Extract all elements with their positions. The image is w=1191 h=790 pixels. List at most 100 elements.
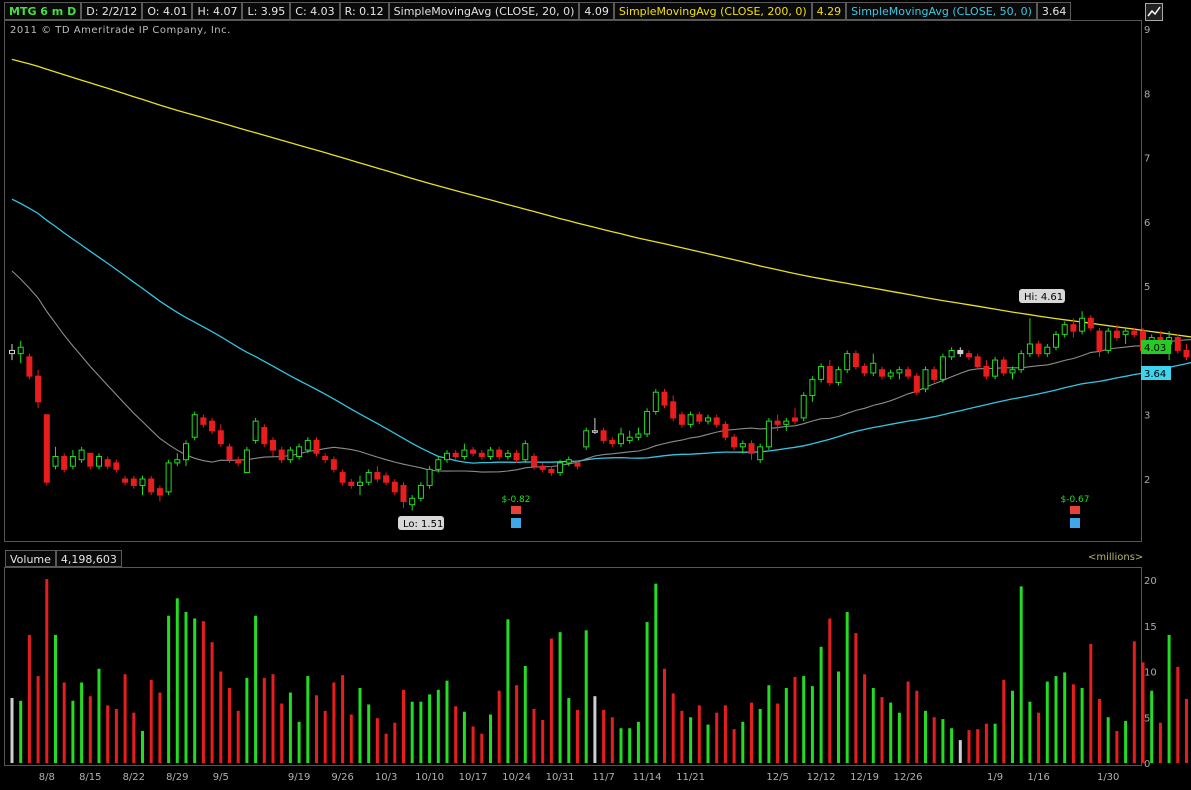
candle-body bbox=[417, 484, 424, 499]
candle-body bbox=[548, 468, 555, 474]
svg-text:Hi: 4.61: Hi: 4.61 bbox=[1024, 292, 1063, 303]
candle-body bbox=[626, 436, 633, 441]
candle-body bbox=[522, 443, 529, 461]
candle-body bbox=[1070, 324, 1077, 332]
volume-bar bbox=[19, 700, 23, 763]
candle-body bbox=[357, 481, 363, 486]
volume-bar bbox=[628, 728, 632, 763]
volume-bar bbox=[489, 714, 492, 763]
volume-bar bbox=[445, 680, 449, 763]
volume-bar bbox=[236, 710, 240, 763]
volume-bar bbox=[532, 709, 536, 763]
candle-body bbox=[243, 449, 250, 474]
candle-body bbox=[409, 497, 416, 506]
volume-bar bbox=[1098, 698, 1101, 763]
volume-bar bbox=[97, 668, 101, 763]
volume-bar bbox=[306, 676, 310, 763]
volume-bar bbox=[663, 668, 666, 763]
price-volume-chart[interactable]: 9876543220151050Hi: 4.61Lo: 1.514.033.64… bbox=[0, 0, 1191, 790]
volume-bar bbox=[132, 712, 136, 763]
candle-body bbox=[1000, 359, 1007, 374]
volume-bar bbox=[393, 722, 397, 763]
volume-bar bbox=[558, 632, 562, 763]
volume-bar bbox=[610, 717, 614, 763]
candle-body bbox=[809, 378, 816, 396]
date-axis-label: 8/15 bbox=[79, 772, 101, 783]
candle-body bbox=[35, 375, 42, 403]
candle-body bbox=[887, 372, 894, 377]
date-axis-label: 8/22 bbox=[123, 772, 145, 783]
volume-bar bbox=[254, 615, 258, 763]
candle-body bbox=[156, 488, 163, 496]
candle-body bbox=[574, 462, 581, 467]
earnings-label: $-0.82 bbox=[501, 495, 530, 505]
date-axis-label: 11/21 bbox=[676, 772, 705, 783]
candle-body bbox=[478, 452, 485, 457]
candle-body bbox=[618, 433, 624, 445]
volume-bar bbox=[54, 634, 57, 763]
volume-bar bbox=[210, 642, 214, 763]
volume-bar bbox=[576, 709, 579, 763]
volume-bar bbox=[193, 618, 197, 763]
candle-body bbox=[452, 452, 459, 457]
candle-body bbox=[591, 430, 598, 433]
candle-body bbox=[200, 417, 207, 425]
candle-body bbox=[513, 452, 520, 461]
date-axis-label: 12/19 bbox=[850, 772, 879, 783]
volume-bar bbox=[480, 733, 484, 763]
candle-body bbox=[713, 417, 720, 425]
date-axis-label: 8/8 bbox=[39, 772, 55, 783]
candle-body bbox=[983, 366, 990, 377]
earnings-phone-icon bbox=[1070, 506, 1080, 514]
candle-body bbox=[635, 433, 642, 438]
volume-bar bbox=[636, 721, 640, 763]
volume-tick-label: 0 bbox=[1144, 759, 1150, 770]
volume-bar bbox=[889, 702, 893, 763]
candle-body bbox=[757, 446, 764, 461]
volume-bar bbox=[915, 690, 919, 763]
price-tick-label: 7 bbox=[1144, 154, 1150, 165]
candle-body bbox=[226, 446, 233, 461]
candle-body bbox=[235, 459, 242, 464]
date-axis-label: 10/31 bbox=[546, 772, 575, 783]
volume-bar bbox=[384, 733, 388, 763]
svg-text:Lo: 1.51: Lo: 1.51 bbox=[403, 519, 443, 530]
candle-body bbox=[365, 472, 372, 483]
volume-bar bbox=[950, 728, 954, 763]
price-tick-label: 8 bbox=[1144, 89, 1150, 100]
candle-body bbox=[852, 353, 859, 367]
candle-body bbox=[61, 456, 68, 470]
candle-body bbox=[583, 430, 590, 448]
sma200-line bbox=[11, 58, 1191, 338]
volume-bar bbox=[689, 717, 693, 763]
candle-body bbox=[278, 449, 285, 461]
candle-body bbox=[739, 443, 746, 448]
volume-bar bbox=[428, 694, 432, 763]
volume-bar bbox=[1150, 690, 1154, 763]
candle-body bbox=[948, 349, 955, 358]
volume-bar bbox=[506, 619, 510, 763]
candle-body bbox=[800, 394, 807, 419]
volume-bar bbox=[523, 666, 527, 763]
candle-body bbox=[139, 478, 146, 486]
candle-body bbox=[504, 452, 511, 457]
candle-body bbox=[330, 459, 337, 470]
candle-body bbox=[696, 414, 703, 422]
candle-body bbox=[1131, 330, 1138, 335]
volume-bar bbox=[732, 729, 736, 763]
candle-body bbox=[966, 353, 972, 358]
volume-bar bbox=[810, 686, 814, 763]
volume-bar bbox=[332, 682, 336, 763]
volume-bar bbox=[802, 676, 806, 763]
date-axis-label: 12/26 bbox=[894, 772, 923, 783]
volume-tick-label: 10 bbox=[1144, 668, 1157, 679]
volume-bar bbox=[784, 687, 788, 763]
volume-bar bbox=[593, 696, 597, 763]
volume-bar bbox=[80, 682, 84, 763]
candle-body bbox=[661, 391, 668, 406]
volume-bar bbox=[854, 633, 858, 763]
date-axis-label: 1/16 bbox=[1027, 772, 1049, 783]
volume-bar bbox=[1106, 717, 1110, 763]
candle-body bbox=[792, 417, 798, 422]
candle-body bbox=[905, 369, 912, 377]
